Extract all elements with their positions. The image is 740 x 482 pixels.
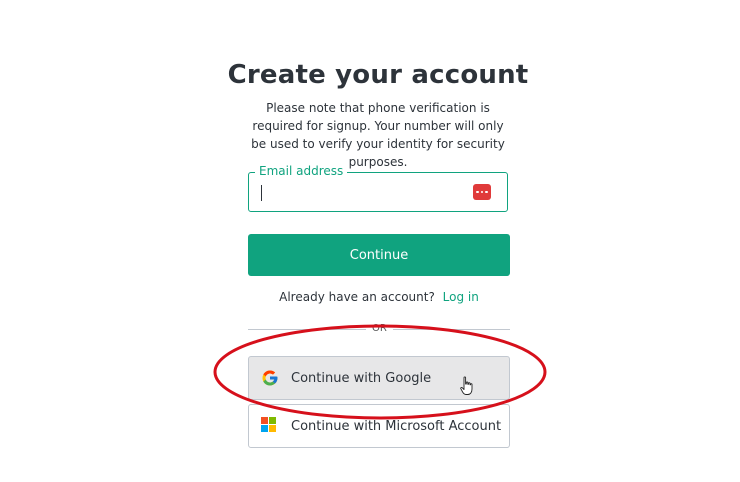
page-title: Create your account [227, 60, 529, 90]
password-manager-icon[interactable] [473, 184, 491, 200]
login-prompt-text: Already have an account? [279, 290, 435, 304]
email-field[interactable]: Email address [248, 163, 508, 212]
google-button-label: Continue with Google [291, 370, 432, 386]
continue-with-microsoft-button[interactable]: Continue with Microsoft Account [248, 404, 510, 448]
hand-pointer-cursor-icon [460, 376, 473, 395]
divider-or-text: OR [366, 323, 393, 334]
microsoft-button-label: Continue with Microsoft Account [291, 418, 502, 434]
continue-button[interactable]: Continue [248, 234, 510, 276]
email-field-label: Email address [255, 163, 348, 179]
microsoft-icon [261, 417, 279, 435]
google-icon [262, 370, 278, 386]
login-prompt-row: Already have an account? Log in [248, 290, 510, 304]
page-subtitle: Please note that phone verification is r… [251, 101, 505, 169]
login-link[interactable]: Log in [443, 290, 479, 304]
text-caret [261, 185, 262, 201]
